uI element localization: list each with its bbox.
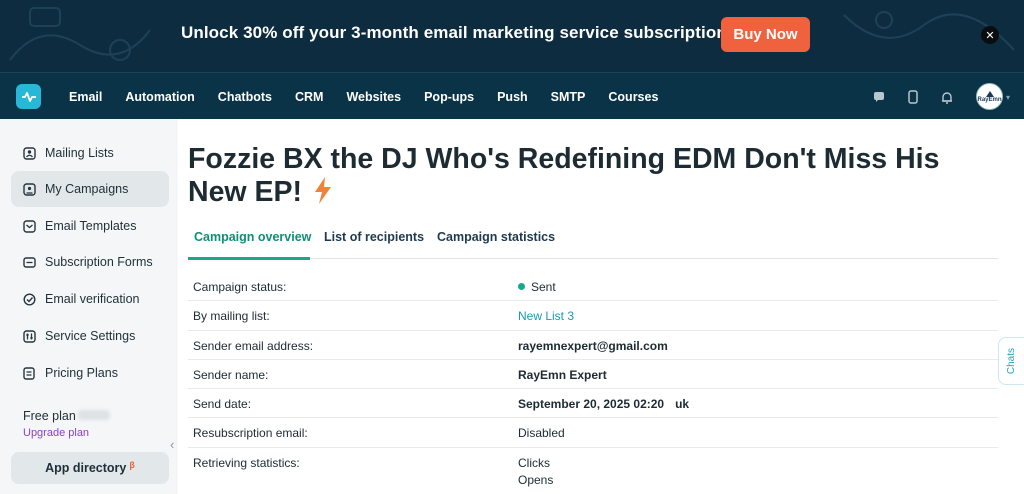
tab-campaign-statistics[interactable]: Campaign statistics bbox=[437, 230, 555, 244]
verify-icon bbox=[22, 292, 36, 306]
table-row: Send date: September 20, 2025 02:20 uk bbox=[188, 389, 998, 419]
bell-icon[interactable] bbox=[939, 89, 955, 105]
active-tab-indicator bbox=[188, 257, 310, 260]
statistics-opens-value: Opens bbox=[518, 472, 554, 487]
table-row: Sender email address: rayemnexpert@gmail… bbox=[188, 331, 998, 360]
close-icon[interactable]: ✕ bbox=[981, 26, 999, 44]
send-date-text: September 20, 2025 02:20 bbox=[518, 397, 665, 412]
status-dot-icon bbox=[518, 283, 525, 290]
row-label: By mailing list: bbox=[193, 309, 270, 324]
app-directory-label: App directory bbox=[45, 461, 127, 475]
statistics-clicks-value: Clicks bbox=[518, 455, 550, 470]
lightning-icon bbox=[315, 177, 332, 204]
send-date-timezone: uk bbox=[675, 397, 690, 412]
sidebar-item-email-templates[interactable]: Email Templates bbox=[11, 208, 169, 244]
beta-badge: β bbox=[129, 460, 135, 470]
status-value: Sent bbox=[531, 280, 556, 294]
nav-item-push[interactable]: Push bbox=[497, 90, 528, 104]
table-row: Campaign status: Sent bbox=[188, 272, 998, 302]
avatar[interactable]: RayEmn bbox=[976, 83, 1003, 110]
template-icon bbox=[22, 219, 36, 233]
mailing-list-link[interactable]: New List 3 bbox=[518, 309, 574, 323]
sidebar-item-label: Pricing Plans bbox=[45, 366, 118, 380]
sidebar-item-service-settings[interactable]: Service Settings bbox=[11, 318, 169, 354]
sidebar-item-label: My Campaigns bbox=[45, 182, 129, 196]
table-row: Sender name: RayEmn Expert bbox=[188, 360, 998, 390]
row-label: Send date: bbox=[193, 397, 252, 412]
nav-menu: Email Automation Chatbots CRM Websites P… bbox=[69, 73, 658, 120]
nav-item-email[interactable]: Email bbox=[69, 90, 102, 104]
plan-blurred-detail bbox=[78, 410, 110, 420]
sidebar-item-mailing-lists[interactable]: Mailing Lists bbox=[11, 135, 169, 171]
table-row: Retrieving statistics: Clicks Opens bbox=[188, 448, 998, 494]
row-label: Sender email address: bbox=[193, 338, 314, 353]
chats-label: Chats bbox=[1006, 347, 1017, 375]
table-row: By mailing list: New List 3 bbox=[188, 301, 998, 331]
sidebar-item-pricing-plans[interactable]: Pricing Plans bbox=[11, 355, 169, 391]
row-label: Retrieving statistics: bbox=[193, 455, 300, 470]
chats-tab[interactable]: Chats bbox=[998, 337, 1024, 385]
row-label: Campaign status: bbox=[193, 280, 287, 294]
sidebar-item-label: Email Templates bbox=[45, 219, 137, 233]
campaign-details-table: Campaign status: Sent By mailing list: N… bbox=[188, 272, 998, 494]
nav-item-smtp[interactable]: SMTP bbox=[551, 90, 586, 104]
promo-banner: Unlock 30% off your 3-month email market… bbox=[0, 0, 1024, 72]
banner-decoration-left bbox=[9, 7, 151, 61]
campaign-title: Fozzie BX the DJ Who's Redefining EDM Do… bbox=[188, 143, 940, 208]
nav-item-websites[interactable]: Websites bbox=[346, 90, 401, 104]
nav-item-courses[interactable]: Courses bbox=[608, 90, 658, 104]
app-directory-button[interactable]: App directory β bbox=[11, 452, 169, 484]
sidebar-item-label: Email verification bbox=[45, 292, 140, 306]
status-badge: Sent bbox=[518, 280, 556, 294]
mobile-icon[interactable] bbox=[905, 89, 921, 105]
sender-email-value: rayemnexpert@gmail.com bbox=[518, 338, 668, 353]
plan-label: Free plan bbox=[23, 409, 76, 423]
chat-icon[interactable] bbox=[871, 89, 887, 105]
tab-campaign-overview[interactable]: Campaign overview bbox=[194, 230, 311, 244]
resubscription-value: Disabled bbox=[518, 426, 565, 441]
table-row: Resubscription email: Disabled bbox=[188, 418, 998, 448]
tab-list-of-recipients[interactable]: List of recipients bbox=[324, 230, 424, 244]
page-title: Fozzie BX the DJ Who's Redefining EDM Do… bbox=[188, 143, 988, 209]
row-label: Sender name: bbox=[193, 367, 269, 382]
send-date-value: September 20, 2025 02:20 uk bbox=[518, 397, 689, 411]
row-label: Resubscription email: bbox=[193, 426, 308, 441]
nav-item-chatbots[interactable]: Chatbots bbox=[218, 90, 272, 104]
chevron-down-icon[interactable]: ▾ bbox=[1006, 93, 1010, 102]
campaign-icon bbox=[22, 182, 36, 196]
sidebar-item-subscription-forms[interactable]: Subscription Forms bbox=[11, 244, 169, 280]
sidebar-item-email-verification[interactable]: Email verification bbox=[11, 281, 169, 317]
sidebar-item-label: Service Settings bbox=[45, 329, 136, 343]
contacts-icon bbox=[22, 146, 36, 160]
nav-item-automation[interactable]: Automation bbox=[125, 90, 194, 104]
logo-icon[interactable] bbox=[16, 84, 41, 109]
nav-item-crm[interactable]: CRM bbox=[295, 90, 323, 104]
avatar-text: RayEmn bbox=[977, 96, 1002, 103]
collapse-sidebar-icon[interactable]: ‹ bbox=[170, 437, 174, 452]
settings-icon bbox=[22, 329, 36, 343]
sender-name-value: RayEmn Expert bbox=[518, 367, 607, 382]
form-icon bbox=[22, 255, 36, 269]
upgrade-plan-link[interactable]: Upgrade plan bbox=[23, 427, 89, 439]
sidebar-item-label: Subscription Forms bbox=[45, 255, 153, 269]
sidebar-item-label: Mailing Lists bbox=[45, 146, 114, 160]
buy-now-button[interactable]: Buy Now bbox=[721, 17, 810, 52]
promo-text: Unlock 30% off your 3-month email market… bbox=[181, 23, 727, 42]
sidebar-item-my-campaigns[interactable]: My Campaigns bbox=[11, 171, 169, 207]
nav-item-popups[interactable]: Pop-ups bbox=[424, 90, 474, 104]
sidebar: Mailing Lists My Campaigns Email Templat… bbox=[0, 119, 178, 494]
main-content: Fozzie BX the DJ Who's Redefining EDM Do… bbox=[178, 119, 1024, 494]
top-nav: Email Automation Chatbots CRM Websites P… bbox=[0, 72, 1024, 119]
pricing-icon bbox=[22, 366, 36, 380]
campaign-tabs: Campaign overview List of recipients Cam… bbox=[188, 223, 998, 260]
